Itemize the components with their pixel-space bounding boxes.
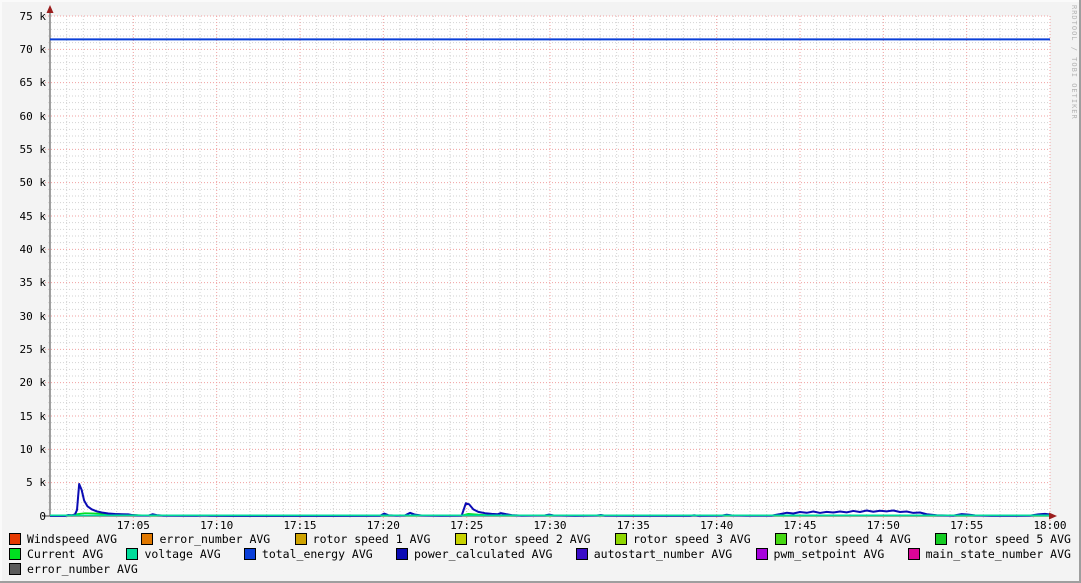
legend-item: autostart_number AVG	[575, 546, 733, 561]
y-axis-tick-label: 25 k	[19, 342, 47, 356]
legend-item-label: error_number AVG	[159, 531, 271, 546]
legend-color-swatch	[9, 532, 21, 545]
y-axis-arrow-icon	[46, 5, 54, 13]
legend-item: rotor speed 4 AVG	[775, 532, 911, 546]
rrdtool-watermark: RRDTOOL / TOBI OETIKER	[1070, 5, 1078, 120]
legend-color-swatch	[141, 532, 154, 545]
chart-legend: Windspeed AVG error_number AVG rotor speed…	[0, 531, 1081, 576]
legend-item-label: pwm_setpoint AVG	[773, 546, 885, 561]
legend-row: error_number AVG	[0, 561, 1081, 576]
legend-color-swatch	[755, 547, 768, 560]
legend-item-label: rotor speed 5 AVG	[953, 531, 1071, 546]
y-axis-tick-label: 75 k	[19, 9, 47, 23]
y-axis-tick-label: 45 k	[19, 209, 47, 223]
legend-item: rotor speed 2 AVG	[454, 531, 591, 546]
rrdtool-graph: 0 5 k 10 k 15 k 20 k 25 k 30 k 35 k 40 k 45 k 50 k…	[0, 0, 1081, 583]
y-axis-tick-label: 20 k	[19, 376, 47, 390]
legend-item-label: Windspeed AVG	[27, 531, 118, 546]
legend-item: error_number AVG	[9, 562, 138, 576]
y-axis-tick-label: 10 k	[19, 442, 47, 456]
legend-item: rotor speed 5 AVG	[935, 532, 1071, 546]
legend-item: voltage AVG	[126, 546, 221, 561]
y-axis-tick-label: 70 k	[19, 42, 47, 56]
legend-item: Current AVG	[9, 547, 103, 561]
y-axis-tick-label: 0	[39, 509, 46, 523]
y-axis-tick-label: 30 k	[19, 309, 47, 323]
legend-row: Windspeed AVG error_number AVG rotor speed…	[0, 531, 1081, 546]
legend-color-swatch	[575, 547, 588, 560]
legend-item-label: Current AVG	[27, 546, 104, 561]
legend-item: error_number AVG	[141, 532, 270, 546]
y-axis-tick-label: 50 k	[19, 176, 47, 190]
legend-item-label: rotor speed 3 AVG	[632, 531, 751, 546]
legend-row: Current AVG voltage AVG total_energy AVG po…	[0, 546, 1081, 561]
legend-color-swatch	[454, 532, 467, 545]
y-axis-tick-label: 55 k	[19, 142, 47, 156]
legend-color-swatch	[126, 547, 139, 560]
legend-item: main_state_number AVG	[907, 546, 1071, 561]
legend-item-label: total_energy AVG	[261, 546, 373, 561]
legend-item-label: main_state_number AVG	[925, 546, 1071, 561]
legend-item: power_calculated AVG	[395, 546, 553, 561]
legend-item-label: rotor speed 1 AVG	[312, 531, 431, 546]
legend-item-label: rotor speed 2 AVG	[472, 531, 591, 546]
y-axis-tick-label: 5 k	[26, 476, 46, 490]
chart-canvas	[43, 5, 1057, 521]
legend-item-label: power_calculated AVG	[413, 546, 553, 561]
legend-color-swatch	[294, 532, 307, 545]
legend-color-swatch	[395, 547, 408, 560]
legend-item: pwm_setpoint AVG	[755, 546, 885, 561]
legend-item-label: autostart_number AVG	[593, 546, 733, 561]
y-axis-tick-label: 60 k	[19, 109, 47, 123]
legend-color-swatch	[614, 532, 627, 545]
y-axis-tick-label: 35 k	[19, 276, 47, 290]
y-axis-tick-label: 40 k	[19, 242, 47, 256]
legend-color-swatch	[935, 532, 948, 545]
legend-color-swatch	[9, 547, 21, 560]
legend-item-label: rotor speed 4 AVG	[793, 531, 911, 546]
legend-color-swatch	[775, 532, 788, 545]
legend-item: Windspeed AVG	[9, 532, 117, 546]
legend-item: rotor speed 3 AVG	[614, 531, 751, 546]
legend-color-swatch	[243, 547, 256, 560]
legend-item-label: voltage AVG	[144, 546, 221, 561]
y-axis-tick-label: 15 k	[19, 409, 47, 423]
legend-item: rotor speed 1 AVG	[294, 531, 431, 546]
legend-item: total_energy AVG	[243, 546, 373, 561]
legend-color-swatch	[907, 547, 920, 560]
y-axis-tick-label: 65 k	[19, 76, 47, 90]
legend-item-label: error_number AVG	[27, 561, 138, 576]
legend-color-swatch	[9, 562, 21, 575]
